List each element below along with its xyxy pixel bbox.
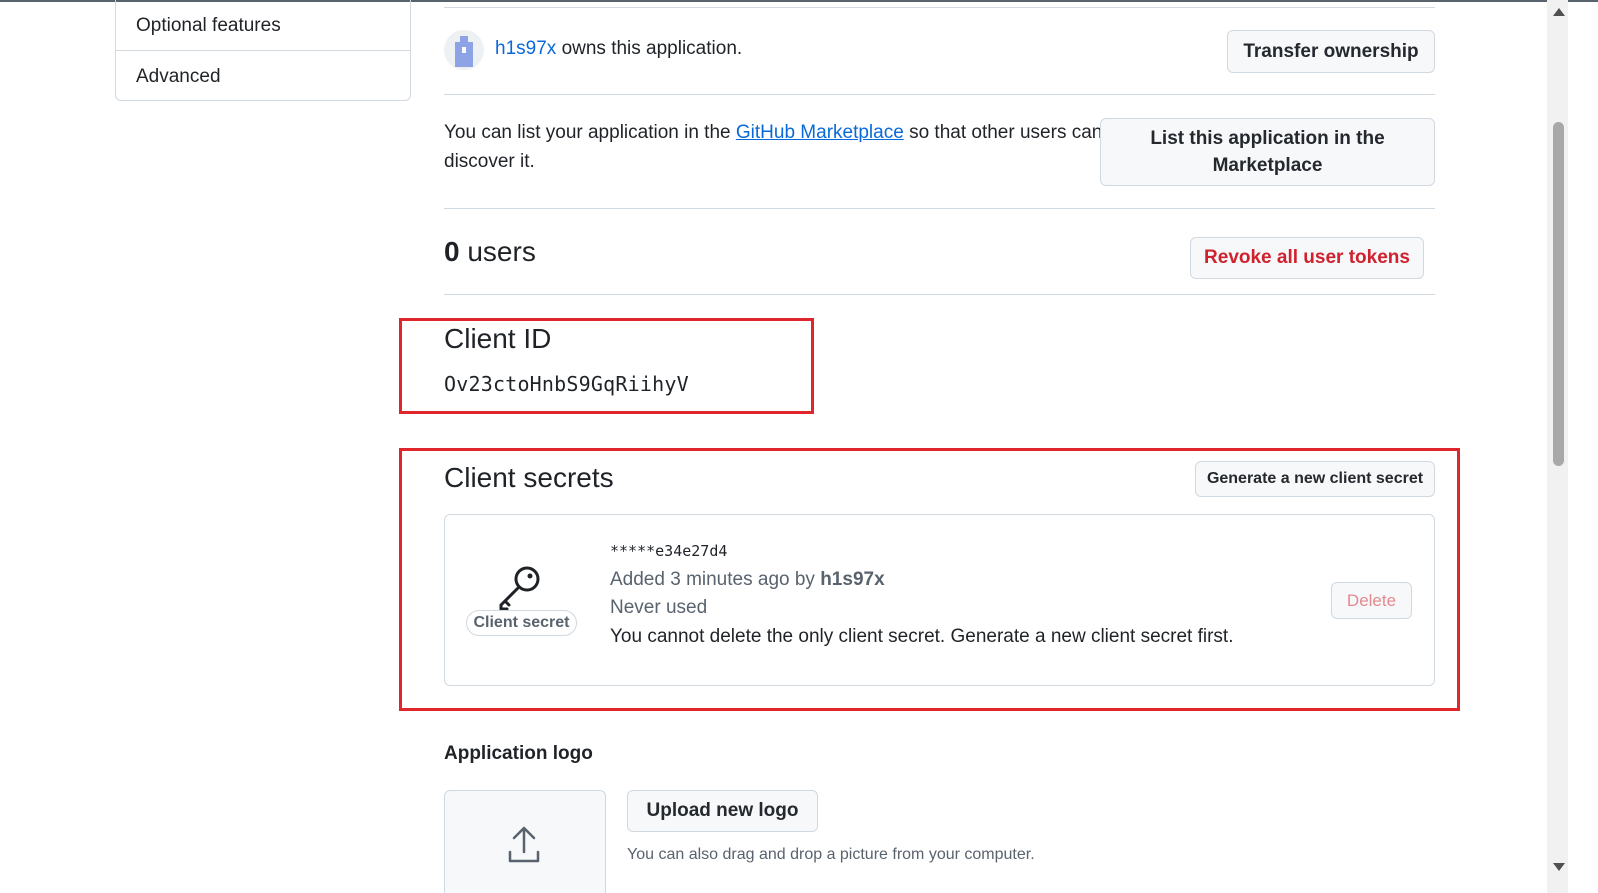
owner-statement: h1s97x owns this application. xyxy=(495,38,742,60)
marketplace-text-before: You can list your application in the xyxy=(444,122,731,143)
revoke-all-user-tokens-button[interactable]: Revoke all user tokens xyxy=(1190,237,1424,279)
transfer-ownership-button[interactable]: Transfer ownership xyxy=(1227,30,1435,73)
divider xyxy=(444,94,1435,95)
upload-new-logo-button[interactable]: Upload new logo xyxy=(627,790,818,832)
list-in-marketplace-button[interactable]: List this application in the Marketplace xyxy=(1100,118,1435,186)
client-id-value[interactable]: Ov23ctoHnbS9GqRiihyV xyxy=(444,372,689,396)
key-icon xyxy=(499,566,540,611)
users-count-label: users xyxy=(467,236,536,267)
owner-link[interactable]: h1s97x xyxy=(495,38,556,59)
users-count: 0 users xyxy=(444,236,536,268)
added-by-user: h1s97x xyxy=(820,569,885,590)
client-secret-masked-value: *****e34e27d4 xyxy=(610,542,728,560)
application-logo-heading: Application logo xyxy=(444,743,593,764)
logo-drag-hint: You can also drag and drop a picture fro… xyxy=(627,846,1035,863)
scrollbar-thumb[interactable] xyxy=(1553,122,1564,466)
client-secrets-heading: Client secrets xyxy=(444,462,614,493)
scroll-up-arrow-icon[interactable] xyxy=(1552,6,1566,18)
divider xyxy=(444,7,1435,8)
owner-avatar[interactable] xyxy=(444,30,484,70)
client-secret-card xyxy=(444,514,1435,686)
divider xyxy=(444,294,1435,295)
github-marketplace-link[interactable]: GitHub Marketplace xyxy=(736,122,904,143)
delete-client-secret-button[interactable]: Delete xyxy=(1331,582,1412,619)
settings-sidebar: Optional features Advanced xyxy=(115,0,411,101)
generate-client-secret-button[interactable]: Generate a new client secret xyxy=(1195,461,1435,497)
owner-suffix: owns this application. xyxy=(561,38,743,59)
client-secret-delete-warning: You cannot delete the only client secret… xyxy=(610,626,1234,647)
sidebar-item-optional-features[interactable]: Optional features xyxy=(116,0,410,51)
scroll-down-arrow-icon[interactable] xyxy=(1552,861,1566,873)
avatar-icon xyxy=(455,36,473,67)
sidebar-item-advanced[interactable]: Advanced xyxy=(116,51,410,102)
client-secret-usage: Never used xyxy=(610,597,708,618)
client-secret-added-info: Added 3 minutes ago by h1s97x xyxy=(610,569,885,591)
client-id-heading: Client ID xyxy=(444,323,552,354)
users-count-number: 0 xyxy=(444,236,460,267)
marketplace-description: You can list your application in the Git… xyxy=(444,118,1104,176)
divider xyxy=(444,208,1435,209)
upload-icon xyxy=(508,826,540,863)
client-secret-badge: Client secret xyxy=(466,610,577,636)
added-prefix: Added 3 minutes ago by xyxy=(610,569,815,590)
